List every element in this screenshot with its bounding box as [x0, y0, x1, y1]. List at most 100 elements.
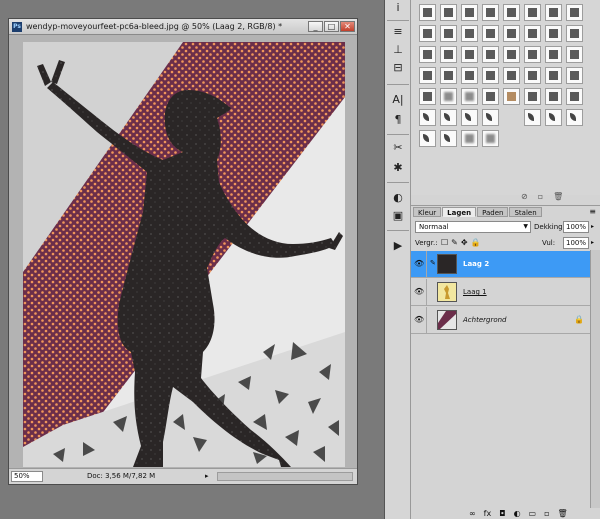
zoom-field[interactable]: 50% — [11, 471, 43, 482]
lock-position-icon[interactable]: ✥ — [461, 238, 468, 247]
brushes-icon[interactable]: ✱ — [389, 160, 407, 176]
preset-swatch[interactable] — [545, 109, 562, 126]
lock-pixels-icon[interactable]: ✎ — [451, 238, 458, 247]
adjustments-icon[interactable]: ≡ — [389, 24, 407, 40]
preset-swatch[interactable] — [419, 25, 436, 42]
preset-swatch[interactable] — [461, 109, 478, 126]
preset-swatch[interactable] — [566, 46, 583, 63]
trash-icon[interactable]: 🗑 — [553, 192, 563, 201]
layer-row-laag-1[interactable]: 👁 Laag 1 — [411, 279, 590, 306]
preset-swatch[interactable] — [503, 4, 520, 21]
navigator-icon[interactable]: ▣ — [389, 208, 407, 224]
preset-swatch[interactable] — [419, 46, 436, 63]
preset-swatch[interactable] — [503, 67, 520, 84]
preset-swatch[interactable] — [566, 88, 583, 105]
preset-swatch[interactable] — [524, 46, 541, 63]
preset-swatch[interactable] — [461, 4, 478, 21]
eye-icon[interactable]: 👁 — [414, 315, 424, 325]
layer-row-laag-2[interactable]: 👁 ✎ Laag 2 — [411, 251, 590, 278]
preset-swatch[interactable] — [503, 25, 520, 42]
maximize-button[interactable]: □ — [324, 21, 339, 32]
info-icon[interactable]: i — [389, 0, 407, 16]
document-size-info[interactable]: Doc: 3,56 M/7,82 M — [87, 472, 155, 480]
scissors-icon[interactable]: ✂ — [389, 140, 407, 156]
lock-transparency-icon[interactable]: ☐ — [441, 238, 448, 247]
layer-name[interactable]: Achtergrond — [463, 316, 507, 324]
add-mask-icon[interactable]: ◘ — [499, 509, 505, 518]
tool-presets-icon[interactable]: ⊟ — [389, 60, 407, 76]
artwork-canvas[interactable] — [23, 42, 345, 467]
opacity-slider-arrow-icon[interactable]: ▸ — [591, 223, 594, 230]
preset-swatch[interactable] — [440, 25, 457, 42]
link-layers-icon[interactable]: ∞ — [469, 509, 476, 518]
preset-swatch[interactable] — [440, 130, 457, 147]
preset-swatch[interactable] — [482, 4, 499, 21]
preset-swatch[interactable] — [524, 4, 541, 21]
horizontal-scrollbar[interactable] — [217, 472, 353, 481]
panel-menu-icon[interactable]: ≡ — [589, 207, 596, 216]
preset-swatch[interactable] — [503, 46, 520, 63]
preset-swatch[interactable] — [503, 88, 520, 105]
blend-mode-select[interactable]: Normaal ▼ — [415, 221, 531, 233]
layer-name[interactable]: Laag 1 — [463, 288, 487, 296]
preset-swatch[interactable] — [461, 67, 478, 84]
tab-kleur[interactable]: Kleur — [413, 207, 442, 217]
fill-slider-arrow-icon[interactable]: ▸ — [591, 239, 594, 246]
preset-swatch[interactable] — [545, 67, 562, 84]
tab-lagen[interactable]: Lagen — [442, 207, 477, 217]
preset-swatch[interactable] — [566, 109, 583, 126]
preset-swatch[interactable] — [524, 25, 541, 42]
layer-name[interactable]: Laag 2 — [463, 260, 489, 268]
clone-source-icon[interactable]: ⊥ — [389, 42, 407, 58]
preset-swatch[interactable] — [482, 88, 499, 105]
layers-scrollbar[interactable] — [590, 250, 600, 508]
tab-stalen[interactable]: Stalen — [509, 207, 542, 217]
preset-swatch[interactable] — [440, 88, 457, 105]
preset-swatch[interactable] — [482, 67, 499, 84]
preset-swatch[interactable] — [419, 4, 436, 21]
new-group-icon[interactable]: ▭ — [529, 509, 537, 518]
layer-style-icon[interactable]: fx — [484, 509, 492, 518]
preset-swatch[interactable] — [524, 67, 541, 84]
eye-icon[interactable]: 👁 — [414, 259, 424, 269]
new-preset-icon[interactable]: ▫ — [538, 192, 543, 201]
layer-row-achtergrond[interactable]: 👁 Achtergrond 🔒 — [411, 307, 590, 334]
preset-swatch[interactable] — [482, 46, 499, 63]
preset-swatch[interactable] — [440, 67, 457, 84]
preset-swatch[interactable] — [440, 4, 457, 21]
preset-swatch[interactable] — [524, 88, 541, 105]
document-titlebar[interactable]: Ps wendyp-moveyourfeet-pc6a-bleed.jpg @ … — [9, 19, 357, 35]
preset-swatch[interactable] — [545, 88, 562, 105]
preset-swatch[interactable] — [524, 109, 541, 126]
preset-swatch[interactable] — [482, 130, 499, 147]
new-layer-icon[interactable]: ▫ — [544, 509, 549, 518]
preset-swatch[interactable] — [482, 109, 499, 126]
preset-swatch[interactable] — [461, 88, 478, 105]
opacity-field[interactable]: 100% — [563, 221, 589, 233]
clear-icon[interactable]: ⊘ — [521, 192, 528, 201]
tab-paden[interactable]: Paden — [477, 207, 509, 217]
preset-swatch[interactable] — [419, 88, 436, 105]
lock-all-icon[interactable]: 🔒 — [471, 238, 481, 247]
preset-swatch[interactable] — [419, 67, 436, 84]
preset-swatch[interactable] — [566, 25, 583, 42]
close-button[interactable]: ✕ — [340, 21, 355, 32]
preset-swatch[interactable] — [440, 46, 457, 63]
paragraph-icon[interactable]: ¶ — [389, 112, 407, 128]
preset-swatch[interactable] — [461, 130, 478, 147]
preset-swatch[interactable] — [545, 46, 562, 63]
styles-icon[interactable]: ◐ — [389, 190, 407, 206]
status-menu-arrow-icon[interactable]: ▸ — [205, 472, 213, 481]
adjustment-layer-icon[interactable]: ◐ — [514, 509, 521, 518]
preset-swatch[interactable] — [461, 25, 478, 42]
eye-icon[interactable]: 👁 — [414, 287, 424, 297]
character-icon[interactable]: A| — [389, 92, 407, 108]
preset-swatch[interactable] — [440, 109, 457, 126]
preset-swatch[interactable] — [419, 130, 436, 147]
preset-swatch[interactable] — [419, 109, 436, 126]
preset-swatch[interactable] — [461, 46, 478, 63]
actions-icon[interactable]: ▶ — [389, 238, 407, 254]
document-window[interactable]: Ps wendyp-moveyourfeet-pc6a-bleed.jpg @ … — [8, 18, 358, 485]
preset-swatch[interactable] — [545, 4, 562, 21]
canvas-area[interactable] — [9, 35, 357, 468]
